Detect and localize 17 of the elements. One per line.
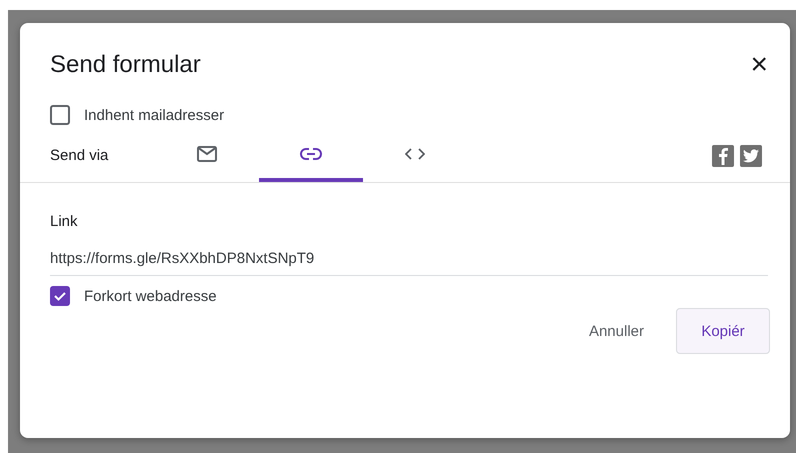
checkbox[interactable] [50, 105, 70, 125]
envelope-icon [197, 146, 217, 162]
share-button[interactable] [740, 144, 762, 166]
checkbox-label: Forkort webadresse [84, 288, 217, 304]
bird-icon [743, 148, 759, 162]
link-icon [300, 148, 322, 160]
link-heading: Link [50, 213, 79, 230]
code-icon [405, 148, 425, 160]
share-button[interactable] [712, 144, 734, 166]
dialog-title: Send formular [50, 51, 201, 79]
close-button[interactable]: × [746, 52, 772, 78]
facebook-icon [718, 146, 728, 164]
copy-button[interactable]: Kopiér [676, 308, 770, 354]
send-via-label: Send via [50, 147, 110, 164]
checkbox[interactable] [50, 286, 70, 306]
cancel-button[interactable]: Annuller [568, 308, 664, 354]
checkbox-label: Indhent mailadresser [84, 106, 224, 124]
